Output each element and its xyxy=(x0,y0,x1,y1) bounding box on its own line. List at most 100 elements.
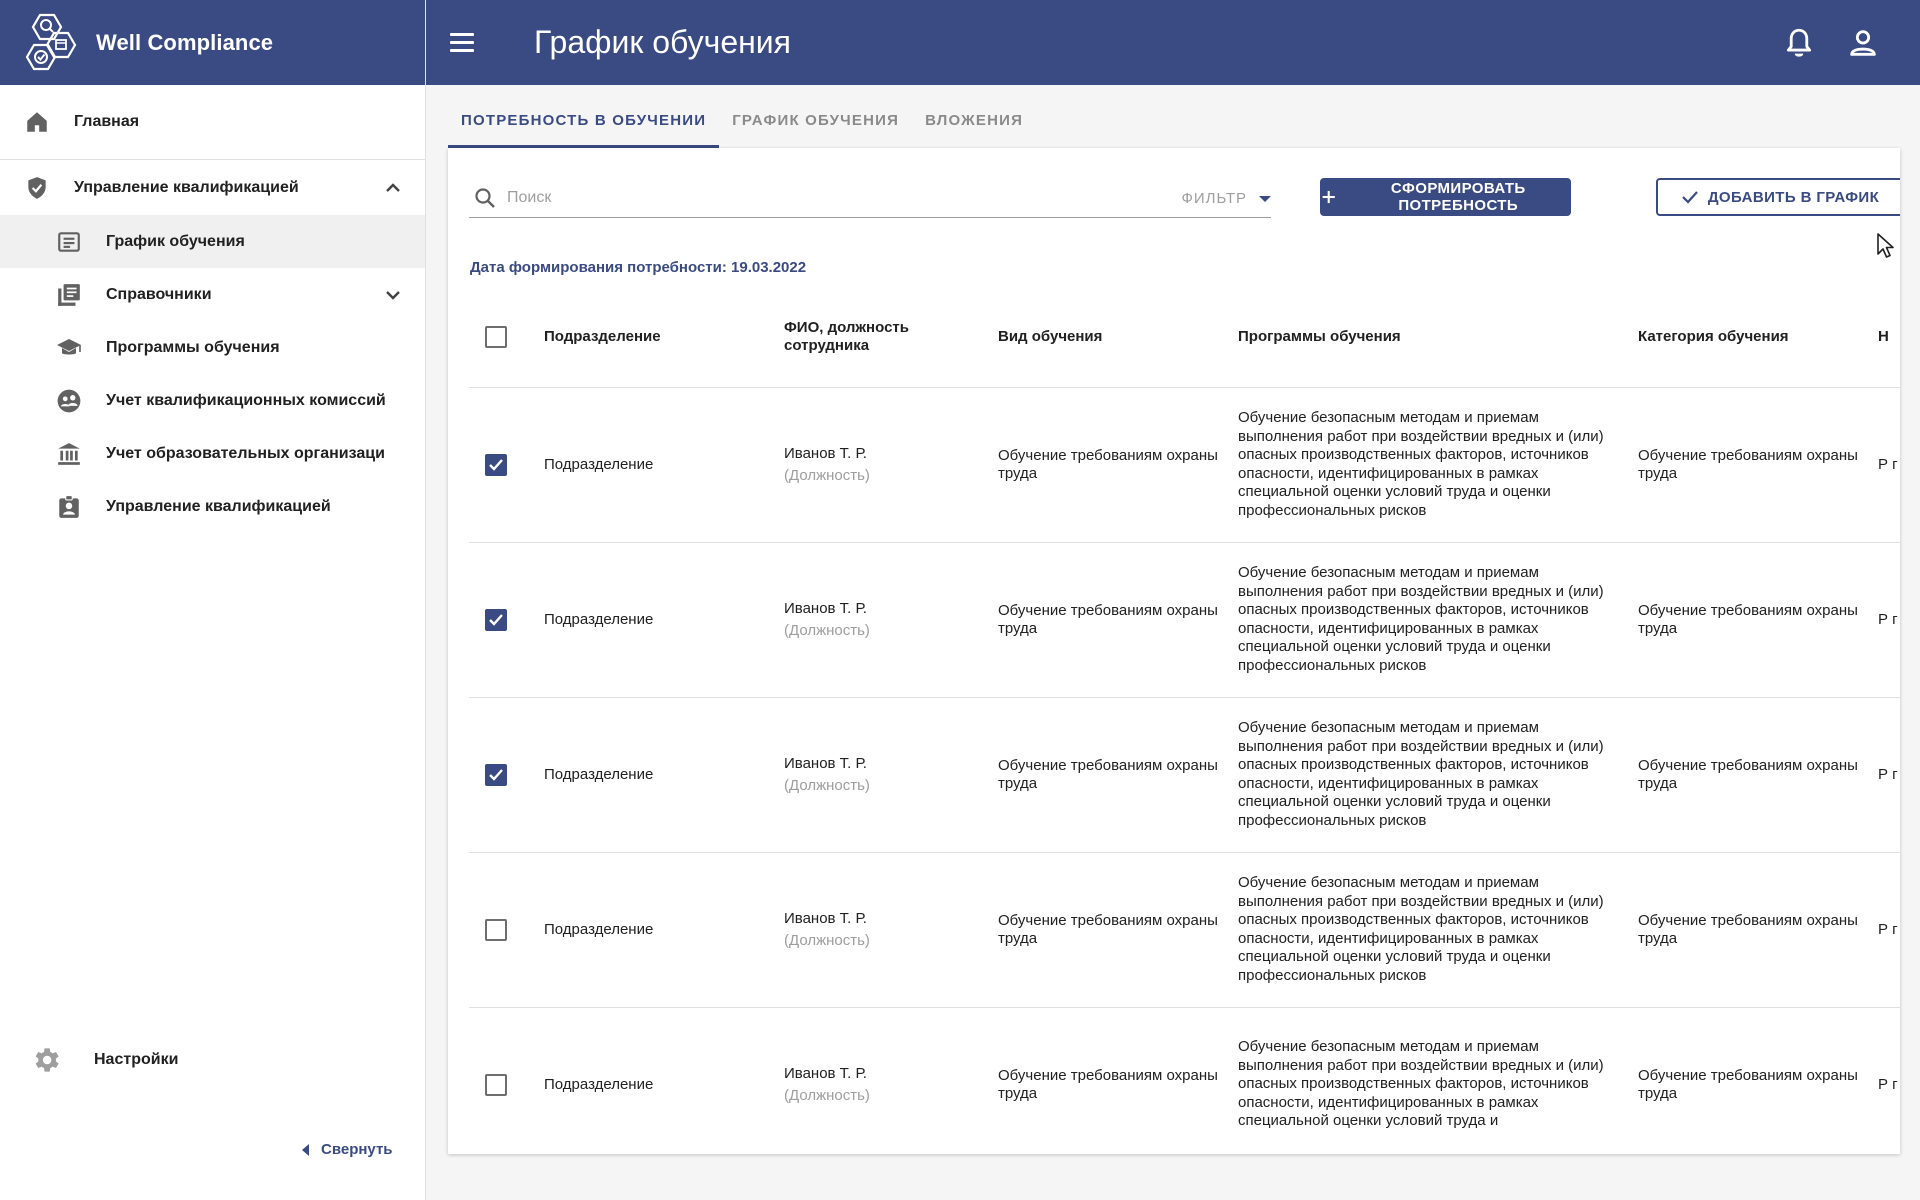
row-checkbox[interactable] xyxy=(485,608,507,631)
page-title: График обучения xyxy=(534,24,791,60)
table-header-row: Подразделение ФИО, должность сотрудника … xyxy=(469,288,1900,388)
add-to-schedule-label: ДОБАВИТЬ В ГРАФИК xyxy=(1707,188,1880,206)
category-cell: Обучение требованиям охраны труда xyxy=(1638,387,1878,543)
sidebar-item-label: Управление квалификацией xyxy=(74,178,299,196)
table-row[interactable]: Подразделение Иванов Т. Р. (Должность) Обуч… xyxy=(469,852,1900,1008)
category-cell: Обучение требованиям охраны труда xyxy=(1638,542,1878,698)
category-cell: Обучение требованиям охраны труда xyxy=(1638,1007,1878,1154)
settings-link[interactable]: Настройки xyxy=(30,1044,178,1076)
category-cell: Обучение требованиям охраны труда xyxy=(1638,852,1878,1008)
toolbar: ФИЛЬТР СФОРМИРОВАТЬ ПОТРЕБНОСТЬ ДОБАВИТЬ… xyxy=(469,178,1900,258)
program-cell: Обучение безопасным методам и приемам вы… xyxy=(1238,542,1638,698)
employee-name: Иванов Т. Р. xyxy=(784,909,867,927)
sidebar-item-home[interactable]: Главная xyxy=(0,85,425,159)
tab-attachments[interactable]: ВЛОЖЕНИЯ xyxy=(912,112,1036,148)
plus-icon xyxy=(1322,190,1335,204)
row-checkbox[interactable] xyxy=(485,918,507,941)
table-body: Подразделение Иванов Т. Р. (Должность) Обуч… xyxy=(469,387,1900,1154)
more-cell: Р г xyxy=(1878,387,1900,543)
sidebar-item-schedule[interactable]: График обучения xyxy=(0,215,425,268)
sidebar-item-label: Учет квалификационных комиссий xyxy=(106,391,386,409)
filter-dropdown[interactable]: ФИЛЬТР xyxy=(1181,190,1271,207)
library-books-icon xyxy=(56,282,82,308)
more-cell: Р г xyxy=(1878,852,1900,1008)
program-cell: Обучение безопасным методам и приемам вы… xyxy=(1238,852,1638,1008)
check-icon xyxy=(1682,191,1698,204)
chevron-down-icon[interactable] xyxy=(383,285,403,305)
form-need-button[interactable]: СФОРМИРОВАТЬ ПОТРЕБНОСТЬ xyxy=(1320,178,1571,216)
row-checkbox[interactable] xyxy=(485,763,507,786)
division-cell: Подразделение xyxy=(544,697,784,853)
sidebar-item-references[interactable]: Справочники xyxy=(0,268,425,321)
shield-check-icon xyxy=(24,175,50,201)
bell-icon[interactable] xyxy=(1782,26,1816,60)
row-checkbox[interactable] xyxy=(485,453,507,476)
training-type-cell: Обучение требованиям охраны труда xyxy=(998,542,1238,698)
employee-cell: Иванов Т. Р. (Должность) xyxy=(784,697,998,853)
group-icon xyxy=(56,388,82,414)
tab-training-schedule[interactable]: ГРАФИК ОБУЧЕНИЯ xyxy=(719,112,912,148)
row-select-cell xyxy=(469,542,544,698)
header-division[interactable]: Подразделение xyxy=(544,288,784,388)
chevron-up-icon[interactable] xyxy=(383,178,403,198)
training-type-cell: Обучение требованиям охраны труда xyxy=(998,697,1238,853)
graduation-cap-icon xyxy=(56,335,82,361)
division-cell: Подразделение xyxy=(544,852,784,1008)
more-cell: Р г xyxy=(1878,1007,1900,1154)
sidebar-item-label: График обучения xyxy=(106,232,245,250)
more-cell: Р г xyxy=(1878,697,1900,853)
home-icon xyxy=(24,109,50,135)
program-cell: Обучение безопасным методам и приемам вы… xyxy=(1238,387,1638,543)
employee-name: Иванов Т. Р. xyxy=(784,754,867,772)
add-to-schedule-button[interactable]: ДОБАВИТЬ В ГРАФИК xyxy=(1656,178,1900,216)
menu-icon[interactable] xyxy=(450,26,484,60)
table-row[interactable]: Подразделение Иванов Т. Р. (Должность) Обуч… xyxy=(469,387,1900,543)
table-row[interactable]: Подразделение Иванов Т. Р. (Должность) Обуч… xyxy=(469,542,1900,698)
header-category[interactable]: Категория обучения xyxy=(1638,288,1878,388)
sidebar-item-qualification-mgmt[interactable]: Управление квалификацией xyxy=(0,480,425,533)
brand: Well Compliance xyxy=(0,0,425,85)
sidebar-item-programs[interactable]: Программы обучения xyxy=(0,321,425,374)
tab-training-need[interactable]: ПОТРЕБНОСТЬ В ОБУЧЕНИИ xyxy=(448,112,720,148)
employee-cell: Иванов Т. Р. (Должность) xyxy=(784,387,998,543)
logo-icon xyxy=(25,13,77,70)
need-date: Дата формирования потребности: 19.03.202… xyxy=(470,259,807,276)
employee-position: (Должность) xyxy=(784,621,870,639)
division-cell: Подразделение xyxy=(544,387,784,543)
sidebar-item-commissions[interactable]: Учет квалификационных комиссий xyxy=(0,374,425,427)
employee-cell: Иванов Т. Р. (Должность) xyxy=(784,852,998,1008)
user-icon[interactable] xyxy=(1846,26,1880,60)
brand-name: Well Compliance xyxy=(96,29,274,55)
header-more[interactable]: Н xyxy=(1878,288,1900,388)
tabs: ПОТРЕБНОСТЬ В ОБУЧЕНИИ ГРАФИК ОБУЧЕНИЯ В… xyxy=(448,112,1037,150)
gear-icon xyxy=(35,1048,59,1072)
training-type-cell: Обучение требованиям охраны труда xyxy=(998,852,1238,1008)
employee-position: (Должность) xyxy=(784,931,870,949)
content-card: ФИЛЬТР СФОРМИРОВАТЬ ПОТРЕБНОСТЬ ДОБАВИТЬ… xyxy=(448,148,1900,1154)
division-cell: Подразделение xyxy=(544,1007,784,1154)
header-programs[interactable]: Программы обучения xyxy=(1238,288,1638,388)
form-need-label: СФОРМИРОВАТЬ ПОТРЕБНОСТЬ xyxy=(1390,180,1526,214)
employee-position: (Должность) xyxy=(784,1086,870,1104)
row-select-cell xyxy=(469,1007,544,1154)
employee-position: (Должность) xyxy=(784,466,870,484)
sidebar-item-organizations[interactable]: Учет образовательных организаци xyxy=(0,427,425,480)
badge-icon xyxy=(56,494,82,520)
schedule-icon xyxy=(56,229,82,255)
filter-label: ФИЛЬТР xyxy=(1181,190,1247,207)
row-select-cell xyxy=(469,697,544,853)
table-row[interactable]: Подразделение Иванов Т. Р. (Должность) Обуч… xyxy=(469,697,1900,853)
more-cell: Р г xyxy=(1878,542,1900,698)
select-all-checkbox[interactable] xyxy=(485,326,507,349)
employee-name: Иванов Т. Р. xyxy=(784,1064,867,1082)
search-input[interactable] xyxy=(507,188,1147,207)
collapse-sidebar-button[interactable]: Свернуть xyxy=(302,1141,393,1158)
caret-left-icon xyxy=(302,1143,309,1156)
header-training-type[interactable]: Вид обучения xyxy=(998,288,1238,388)
header-employee[interactable]: ФИО, должность сотрудника xyxy=(784,288,998,388)
search-box: ФИЛЬТР xyxy=(469,178,1271,218)
row-checkbox[interactable] xyxy=(485,1073,507,1096)
table-row[interactable]: Подразделение Иванов Т. Р. (Должность) Обуч… xyxy=(469,1007,1900,1154)
app-header: График обучения xyxy=(426,0,1920,85)
sidebar-item-qualification[interactable]: Управление квалификацией xyxy=(0,159,425,215)
